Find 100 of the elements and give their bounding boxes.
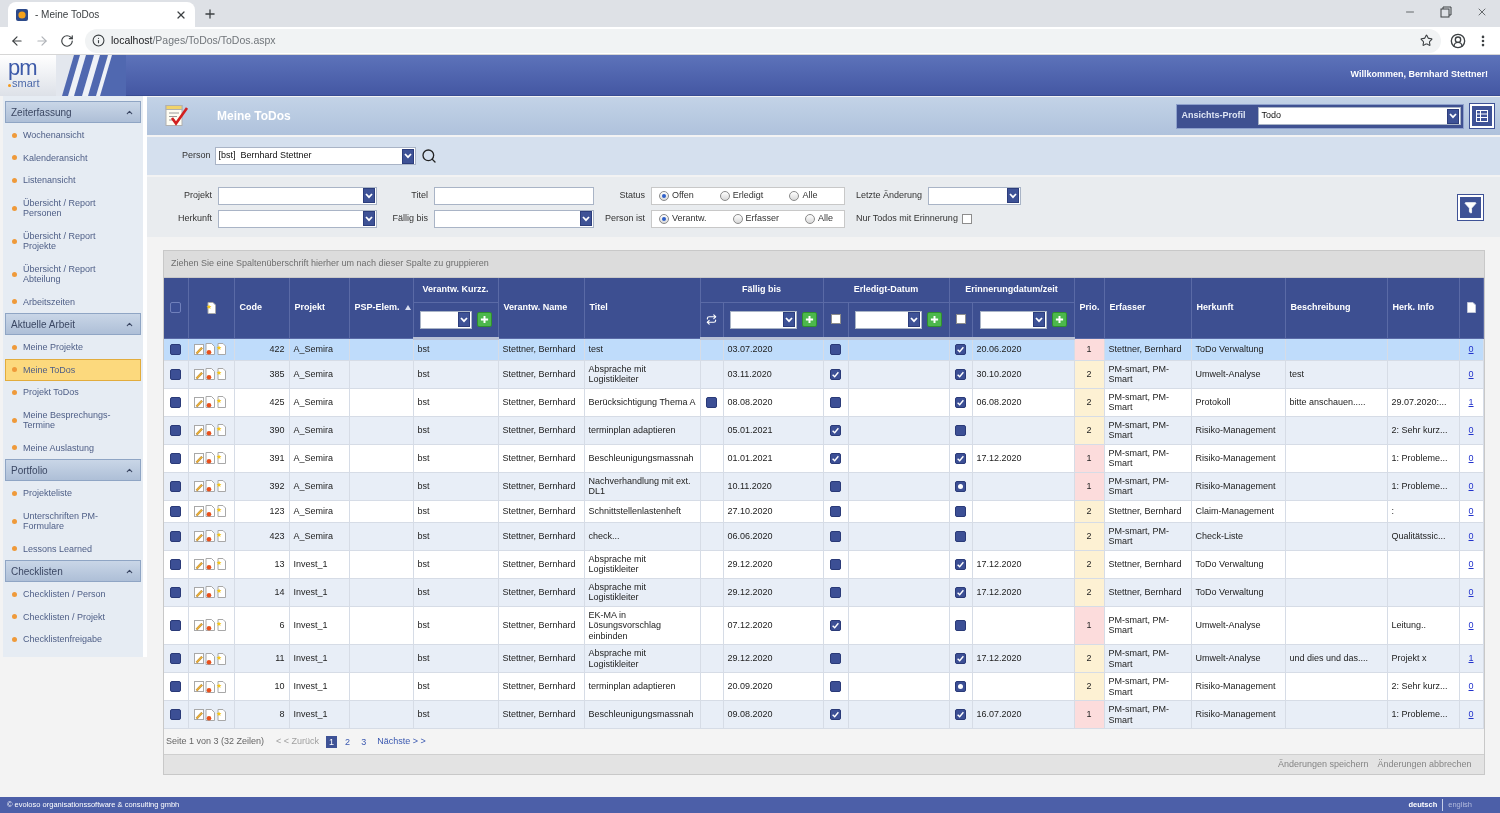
table-row[interactable]: 422 A_Semira bst Stettner, Bernhard test 03.07.2020 20.06.2020 1 Stettner, Bernhard ToDo Verwaltung 0 bbox=[164, 338, 1484, 360]
radio-label[interactable]: Erledigt bbox=[732, 188, 764, 203]
due-select[interactable] bbox=[434, 209, 594, 228]
dropdown-icon[interactable] bbox=[1446, 108, 1459, 124]
column-header[interactable]: Erfasser bbox=[1104, 278, 1192, 338]
table-row[interactable]: 392 A_Semira bst Stettner, Bernhard Nachverhandlung mit ext. DL1 10.11.2020 1 PM-smart, PM-Smart Risiko-Management 1: Probleme... 0 bbox=[164, 472, 1484, 500]
attachment-count-link[interactable]: 0 bbox=[1468, 368, 1474, 379]
filter-button[interactable] bbox=[1457, 194, 1483, 220]
checkbox[interactable] bbox=[830, 681, 841, 693]
nav-item[interactable]: Meine Besprechungs-Termine bbox=[3, 403, 143, 437]
checkbox[interactable] bbox=[830, 505, 841, 517]
checkbox[interactable] bbox=[955, 452, 967, 464]
checkbox[interactable] bbox=[830, 314, 841, 325]
add-icon[interactable] bbox=[476, 312, 492, 327]
document-star-icon[interactable] bbox=[215, 558, 226, 570]
address-field[interactable]: localhost/Pages/ToDos/ToDos.aspx bbox=[85, 28, 1441, 53]
column-header[interactable]: Herk. Info bbox=[1387, 278, 1460, 338]
checkbox[interactable] bbox=[955, 314, 966, 325]
page-link[interactable]: 2 bbox=[342, 735, 354, 748]
checkbox[interactable] bbox=[170, 505, 182, 517]
section-header[interactable]: Portfolio bbox=[5, 459, 141, 481]
reload-icon[interactable] bbox=[60, 33, 74, 48]
browser-tab[interactable]: - Meine ToDos bbox=[8, 2, 195, 27]
nav-item[interactable]: Meine ToDos bbox=[5, 358, 141, 381]
search-icon[interactable] bbox=[420, 148, 437, 164]
radio-button[interactable] bbox=[659, 190, 669, 201]
checkbox[interactable] bbox=[830, 619, 841, 631]
column-filter-select[interactable] bbox=[979, 310, 1047, 329]
checkbox[interactable] bbox=[830, 530, 841, 542]
new-document-icon[interactable] bbox=[206, 301, 216, 314]
dropdown-icon[interactable] bbox=[401, 148, 414, 164]
checkbox[interactable] bbox=[830, 480, 841, 492]
account-icon[interactable] bbox=[1450, 32, 1466, 49]
add-icon[interactable] bbox=[801, 312, 817, 327]
section-header[interactable]: Zeiterfassung bbox=[5, 101, 141, 123]
table-row[interactable]: 423 A_Semira bst Stettner, Bernhard check... 06.06.2020 2 PM-smart, PM-Smart Check-Liste Qualitätssic... 0 bbox=[164, 522, 1484, 550]
document-star-icon[interactable] bbox=[215, 424, 226, 436]
checkbox[interactable] bbox=[830, 558, 841, 570]
radio-button[interactable] bbox=[789, 190, 800, 201]
attachment-count-link[interactable]: 0 bbox=[1468, 505, 1474, 516]
document-star-icon[interactable] bbox=[215, 480, 226, 492]
checkbox[interactable] bbox=[706, 396, 717, 408]
nav-item[interactable]: Meine Projekte bbox=[3, 336, 143, 359]
radio-button[interactable] bbox=[719, 190, 730, 201]
sort-icon[interactable] bbox=[404, 305, 411, 311]
attachment-count-link[interactable]: 0 bbox=[1468, 620, 1474, 630]
nav-item[interactable]: Arbeitszeiten bbox=[3, 290, 143, 313]
checkbox[interactable] bbox=[955, 505, 967, 517]
dropdown-icon[interactable] bbox=[1007, 188, 1020, 203]
dropdown-icon[interactable] bbox=[782, 312, 795, 327]
nav-item[interactable]: Unterschriften PM-Formulare bbox=[3, 504, 143, 538]
checkbox[interactable] bbox=[170, 586, 182, 598]
checkbox[interactable] bbox=[955, 681, 967, 693]
attachment-count-link[interactable]: 0 bbox=[1468, 480, 1474, 491]
checkbox[interactable] bbox=[830, 653, 841, 665]
view-profile-button[interactable] bbox=[1469, 104, 1494, 128]
radio-label[interactable]: Erfasser bbox=[745, 211, 780, 226]
dropdown-icon[interactable] bbox=[457, 312, 470, 327]
close-window-icon[interactable] bbox=[1476, 6, 1488, 18]
column-header[interactable]: Beschreibung bbox=[1285, 278, 1388, 338]
checkbox[interactable] bbox=[170, 368, 182, 380]
checkbox[interactable] bbox=[955, 530, 967, 542]
table-row[interactable]: 6 Invest_1 bst Stettner, Bernhard EK-MA in Lösungsvorschlag einbinden 07.12.2020 1 PM-smart, PM-Smart Umwelt-Analyse Leitung.. 0 bbox=[164, 606, 1484, 645]
attachment-count-link[interactable]: 0 bbox=[1468, 709, 1474, 720]
column-header[interactable]: Erinnerungdatum/zeit bbox=[949, 278, 1075, 302]
attachment-count-link[interactable]: 0 bbox=[1468, 452, 1474, 463]
nav-item[interactable]: Projekt ToDos bbox=[3, 381, 143, 404]
table-row[interactable]: 11 Invest_1 bst Stettner, Bernhard Absprache mit Logistikleiter 29.12.2020 17.12.2020 2 PM-smart, PM-Smart Umwelt-Analyse und dies und das.... Projekt x 1 bbox=[164, 644, 1484, 673]
column-header[interactable]: Titel bbox=[584, 278, 700, 338]
column-header[interactable]: Verantw. Kurzz. bbox=[413, 278, 498, 302]
checkbox[interactable] bbox=[955, 653, 967, 665]
document-star-icon[interactable] bbox=[215, 586, 226, 598]
dropdown-icon[interactable] bbox=[363, 188, 375, 203]
column-header[interactable]: PSP-Elem. bbox=[349, 278, 413, 338]
checkbox[interactable] bbox=[955, 558, 967, 570]
origin-select[interactable] bbox=[218, 209, 377, 228]
document-star-icon[interactable] bbox=[215, 530, 226, 542]
dropdown-icon[interactable] bbox=[580, 211, 592, 226]
checkbox[interactable] bbox=[830, 344, 841, 356]
document-star-icon[interactable] bbox=[215, 343, 226, 355]
document-star-icon[interactable] bbox=[215, 396, 226, 408]
star-icon[interactable] bbox=[1420, 34, 1433, 47]
column-header[interactable]: Projekt bbox=[289, 278, 349, 338]
column-filter-select[interactable] bbox=[729, 310, 797, 329]
checkbox[interactable] bbox=[170, 480, 182, 492]
radio-label[interactable]: Offen bbox=[672, 188, 694, 203]
radio-button[interactable] bbox=[805, 213, 816, 224]
attachment-count-link[interactable]: 1 bbox=[1468, 653, 1474, 664]
back-icon[interactable] bbox=[10, 33, 24, 48]
radio-label[interactable]: Alle bbox=[818, 211, 834, 226]
checkbox[interactable] bbox=[170, 653, 182, 665]
checkbox[interactable] bbox=[830, 452, 841, 464]
radio-label[interactable]: Alle bbox=[802, 188, 818, 203]
checkbox[interactable] bbox=[961, 213, 972, 224]
new-tab-icon[interactable] bbox=[203, 6, 217, 21]
section-header[interactable]: Checklisten bbox=[5, 560, 141, 582]
checkbox[interactable] bbox=[170, 452, 182, 464]
checkbox[interactable] bbox=[170, 619, 182, 631]
view-profile-select[interactable]: Todo bbox=[1257, 107, 1461, 125]
document-icon[interactable] bbox=[1466, 302, 1476, 314]
